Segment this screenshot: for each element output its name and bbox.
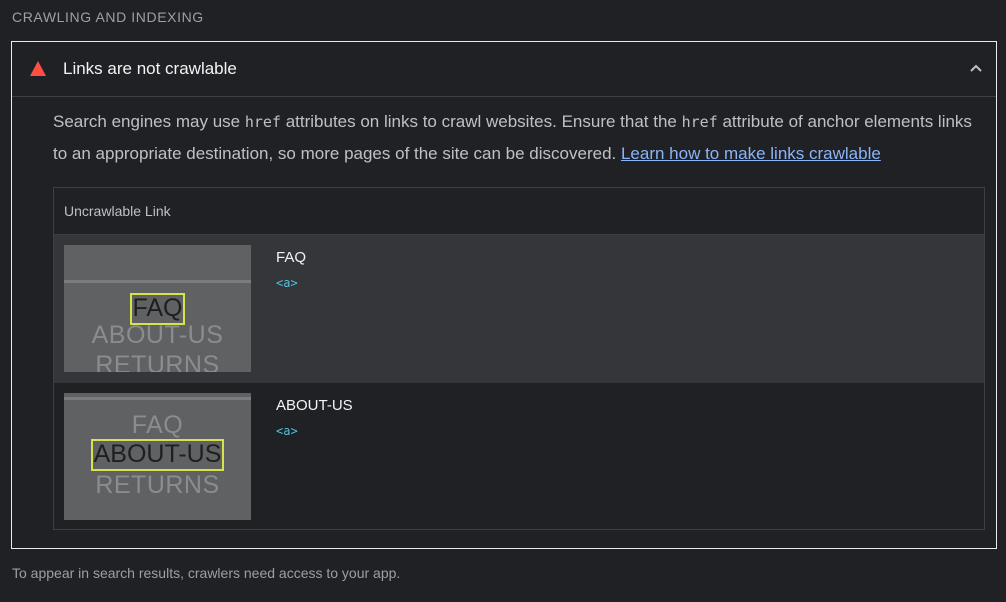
uncrawlable-links-table: Uncrawlable Link ABOUT-US RETURNS FAQ FA… — [53, 187, 985, 530]
audit-description: Search engines may use href attributes o… — [53, 106, 988, 169]
thumbnail-highlight: FAQ — [130, 293, 185, 325]
table-row[interactable]: ABOUT-US RETURNS FAQ FAQ <a> — [54, 235, 984, 383]
audit-header[interactable]: Links are not crawlable — [12, 42, 996, 97]
audit-title: Links are not crawlable — [63, 59, 237, 78]
lighthouse-report: CRAWLING AND INDEXING Links are not craw… — [0, 0, 1006, 602]
desc-code-href-1: href — [244, 113, 281, 131]
chevron-up-icon[interactable] — [968, 60, 984, 76]
node-label: ABOUT-US — [276, 397, 353, 414]
thumbnail-highlight: ABOUT-US — [91, 439, 224, 471]
table-row[interactable]: FAQ RETURNS ABOUT-US ABOUT-US <a> — [54, 383, 984, 531]
desc-code-href-2: href — [681, 113, 718, 131]
table-header: Uncrawlable Link — [54, 188, 984, 235]
thumbnail-text: RETURNS — [95, 351, 220, 372]
thumbnail-text: RETURNS — [95, 471, 220, 499]
thumbnail-divider — [64, 280, 251, 283]
fail-triangle-icon — [30, 61, 46, 76]
audit-links-not-crawlable: Links are not crawlable Search engines m… — [11, 41, 997, 549]
element-screenshot-thumbnail: ABOUT-US RETURNS FAQ — [64, 245, 251, 372]
desc-text-2: attributes on links to crawl websites. E… — [280, 112, 682, 131]
section-description: To appear in search results, crawlers ne… — [12, 565, 401, 581]
node-label: FAQ — [276, 249, 307, 266]
element-screenshot-thumbnail: FAQ RETURNS ABOUT-US — [64, 393, 251, 520]
node-snippet[interactable]: <a> — [276, 276, 298, 290]
section-title: CRAWLING AND INDEXING — [12, 9, 204, 25]
thumbnail-text: FAQ — [131, 411, 184, 439]
node-snippet[interactable]: <a> — [276, 424, 298, 438]
learn-more-link[interactable]: Learn how to make links crawlable — [621, 144, 881, 163]
desc-text-1: Search engines may use — [53, 112, 245, 131]
thumbnail-text: ABOUT-US — [91, 321, 224, 349]
thumbnail-divider — [64, 397, 251, 400]
